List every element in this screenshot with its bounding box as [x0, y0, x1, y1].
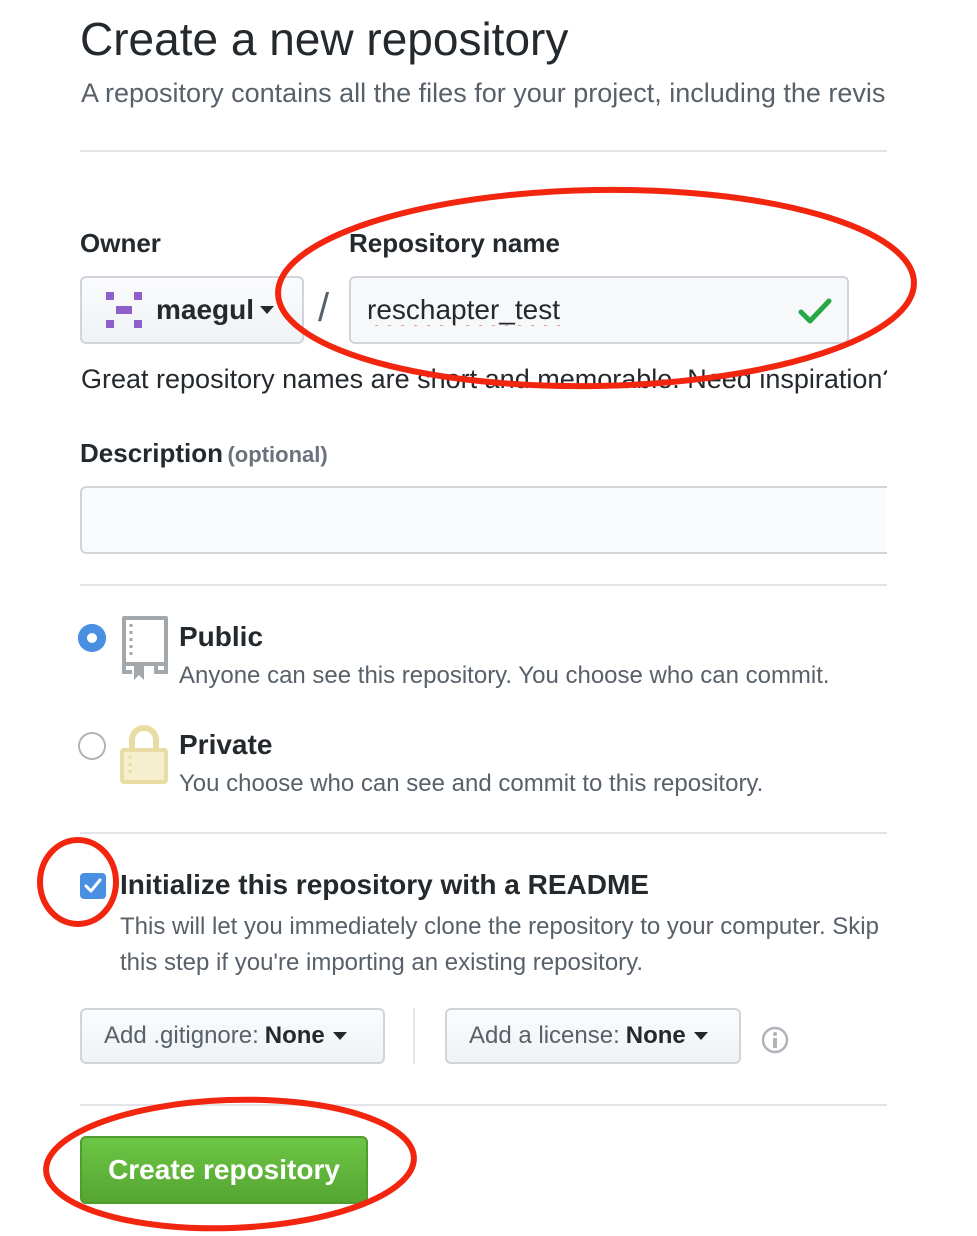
description-label: Description — [80, 438, 224, 468]
new-repo-form: Create a new repository A repository con… — [0, 0, 887, 1236]
owner-label: Owner — [80, 228, 161, 258]
divider — [413, 1008, 415, 1064]
owner-avatar-icon — [106, 292, 142, 328]
readme-checkbox[interactable] — [80, 873, 106, 899]
owner-select[interactable]: maegul — [80, 276, 304, 344]
license-label: Add a license: — [469, 1022, 620, 1049]
checkmark-icon — [798, 298, 832, 324]
create-repository-button[interactable]: Create repository — [80, 1136, 368, 1204]
repo-book-icon — [122, 616, 168, 680]
private-desc: You choose who can see and commit to thi… — [179, 770, 764, 797]
readme-label: Initialize this repository with a README — [120, 869, 649, 900]
public-title: Public — [179, 621, 264, 652]
license-value: None — [625, 1022, 686, 1049]
divider — [80, 1104, 887, 1106]
divider — [80, 150, 887, 152]
chevron-down-icon — [693, 1032, 708, 1040]
description-label-group: Description (optional) — [80, 438, 328, 469]
optional-tag: (optional) — [227, 442, 328, 467]
chevron-down-icon — [260, 306, 275, 314]
license-select[interactable]: Add a license: None — [445, 1008, 741, 1064]
owner-name: maegul — [156, 294, 255, 325]
gitignore-label: Add .gitignore: — [104, 1022, 259, 1049]
repo-name-label: Repository name — [349, 228, 560, 258]
readme-desc: This will let you immediately clone the … — [120, 913, 879, 976]
owner-repo-separator: / — [318, 286, 330, 330]
divider — [80, 584, 887, 586]
chevron-down-icon — [332, 1032, 347, 1040]
repo-name-hint: Great repository names are short and mem… — [81, 364, 887, 394]
gitignore-select[interactable]: Add .gitignore: None — [80, 1008, 385, 1064]
private-radio[interactable] — [78, 732, 106, 760]
public-desc: Anyone can see this repository. You choo… — [179, 662, 830, 689]
public-radio[interactable] — [78, 624, 106, 652]
lock-icon — [120, 725, 168, 784]
description-input[interactable] — [80, 486, 887, 554]
repo-name-input[interactable] — [349, 276, 849, 344]
page-title: Create a new repository — [80, 13, 569, 65]
divider — [80, 832, 887, 834]
private-title: Private — [179, 729, 273, 760]
info-icon[interactable] — [760, 1025, 790, 1055]
check-icon — [84, 878, 102, 893]
page-subtitle: A repository contains all the files for … — [81, 78, 887, 108]
gitignore-value: None — [264, 1022, 325, 1049]
